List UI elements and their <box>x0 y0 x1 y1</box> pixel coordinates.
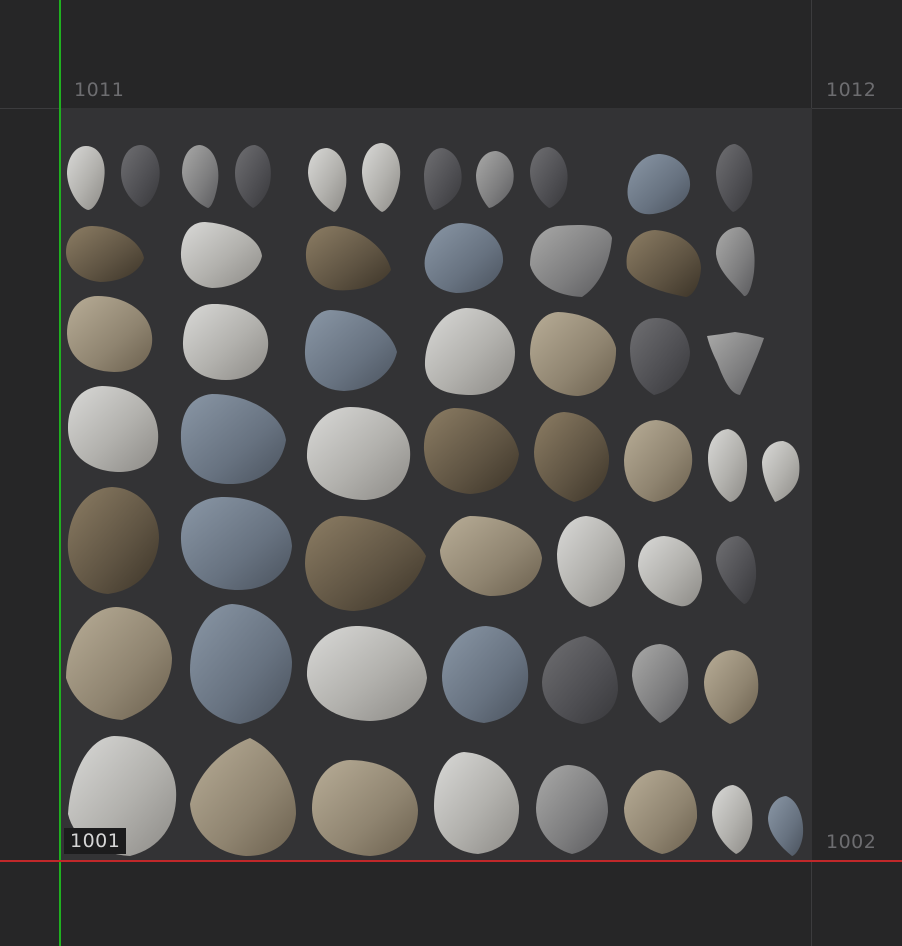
uv-shell[interactable] <box>476 151 514 208</box>
uv-shell[interactable] <box>762 441 800 502</box>
uv-shell[interactable] <box>312 760 418 856</box>
uv-shell[interactable] <box>423 408 519 494</box>
uv-shell[interactable] <box>66 226 144 282</box>
uv-shell[interactable] <box>305 226 391 291</box>
uv-shell[interactable] <box>68 386 159 472</box>
uv-shell[interactable] <box>542 636 618 724</box>
uv-shell[interactable] <box>536 765 608 854</box>
uv-shell[interactable] <box>534 412 610 502</box>
uv-shell[interactable] <box>180 497 292 590</box>
uv-shell[interactable] <box>624 770 698 854</box>
uv-shell[interactable] <box>632 644 689 723</box>
uv-shell[interactable] <box>308 148 347 212</box>
uv-shell[interactable] <box>66 607 172 720</box>
uv-shell[interactable] <box>67 146 105 210</box>
uv-shell[interactable] <box>180 394 286 484</box>
uv-viewport[interactable]: 1011 1012 1002 1001 <box>0 0 902 946</box>
uv-shell[interactable] <box>712 785 753 854</box>
uv-shell[interactable] <box>190 738 296 856</box>
uv-shell[interactable] <box>530 312 617 396</box>
uv-shell[interactable] <box>67 296 153 372</box>
uv-shell[interactable] <box>306 626 427 721</box>
uv-shell[interactable] <box>235 145 271 208</box>
uv-shell[interactable] <box>440 516 542 596</box>
uv-shell[interactable] <box>306 407 411 500</box>
udim-label-1001: 1001 <box>64 828 127 854</box>
uv-shell[interactable] <box>121 145 160 207</box>
uv-shell[interactable] <box>704 650 759 724</box>
uv-shell[interactable] <box>716 227 755 297</box>
uv-shell[interactable] <box>424 308 515 395</box>
uv-shell[interactable] <box>434 752 520 854</box>
uv-shell[interactable] <box>305 516 426 611</box>
uv-shell[interactable] <box>638 536 702 607</box>
uv-shell[interactable] <box>557 516 626 607</box>
uv-shell[interactable] <box>530 225 612 297</box>
uv-shell[interactable] <box>180 222 262 288</box>
uv-shell[interactable] <box>630 318 690 395</box>
uv-shell[interactable] <box>624 420 693 502</box>
uv-shell[interactable] <box>708 429 748 502</box>
uv-shell[interactable] <box>424 148 462 210</box>
uv-shell[interactable] <box>768 796 804 856</box>
uv-shell[interactable] <box>424 223 504 293</box>
uv-shell[interactable] <box>716 536 757 604</box>
uv-shells-canvas[interactable] <box>0 0 902 946</box>
v-axis-line <box>59 0 61 946</box>
uv-shell[interactable] <box>627 154 691 215</box>
uv-shell[interactable] <box>190 604 292 724</box>
uv-shell[interactable] <box>362 143 401 212</box>
uv-shell[interactable] <box>304 310 397 391</box>
uv-shell[interactable] <box>442 626 529 723</box>
uv-shell[interactable] <box>67 487 159 594</box>
uv-shell[interactable] <box>716 144 753 212</box>
uv-shell[interactable] <box>182 303 269 380</box>
u-axis-line <box>0 860 902 862</box>
uv-shell[interactable] <box>707 332 764 395</box>
uv-shell[interactable] <box>182 145 219 208</box>
uv-shell[interactable] <box>530 147 568 208</box>
uv-shell[interactable] <box>626 230 701 297</box>
